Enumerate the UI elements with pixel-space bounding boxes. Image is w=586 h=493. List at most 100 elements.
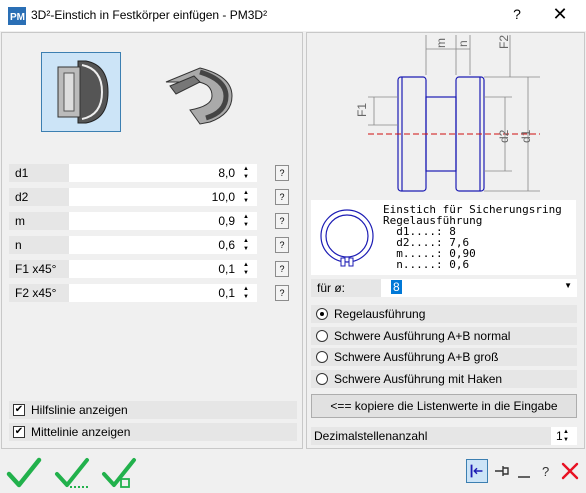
close-button[interactable]: ✕ <box>545 4 575 28</box>
n-input[interactable]: 0,6 ▲ ▼ <box>69 236 257 254</box>
checkmark-icon[interactable]: ✔ <box>13 426 25 438</box>
spin-up-icon[interactable]: ▲ <box>559 428 573 436</box>
radio-label: Schwere Ausführung mit Haken <box>334 372 503 386</box>
radio-schwer-haken[interactable]: Schwere Ausführung mit Haken <box>311 370 577 388</box>
label-d1: d1 <box>519 129 533 143</box>
svg-text:?: ? <box>542 464 549 479</box>
ok-check-icon[interactable] <box>6 457 42 489</box>
radio-label: Regelausführung <box>334 307 426 321</box>
info-button[interactable]: ? <box>275 285 289 301</box>
ring-line: n.....: 0,6 <box>383 258 470 271</box>
spinner[interactable]: ▲ ▼ <box>559 428 573 444</box>
radio-regelausfuehrung[interactable]: Regelausführung <box>311 305 577 323</box>
param-label: d1 <box>9 164 69 182</box>
m-input[interactable]: 0,9 ▲ ▼ <box>69 212 257 230</box>
info-button[interactable]: ? <box>275 165 289 181</box>
ring-info-box: Einstich für Sicherungsring Regelausführ… <box>311 200 576 275</box>
dropdown-arrow-icon[interactable]: ▼ <box>564 281 572 290</box>
groove-shaft-icon <box>57 60 109 124</box>
diameter-select[interactable]: 8 ▼ <box>381 279 577 297</box>
copy-list-values-button[interactable]: <== kopiere die Listenwerte in die Einga… <box>311 394 577 418</box>
retaining-ring-icon <box>320 209 374 267</box>
dimension-drawing: m n F2 F1 d2 d1 <box>355 35 540 192</box>
label-f1: F1 <box>355 103 369 117</box>
spin-up-icon[interactable]: ▲ <box>239 237 253 245</box>
info-button[interactable]: ? <box>275 213 289 229</box>
param-row-n: n 0,6 ▲ ▼ ? <box>9 236 297 254</box>
radio-schwer-normal[interactable]: Schwere Ausführung A+B normal <box>311 327 577 345</box>
radio-button-icon[interactable] <box>316 308 328 320</box>
param-label: d2 <box>9 188 69 206</box>
mittellinie-checkbox[interactable]: ✔ Mittelinie anzeigen <box>9 423 297 441</box>
spin-down-icon[interactable]: ▼ <box>239 173 253 181</box>
param-value: 8,0 <box>218 166 235 180</box>
param-row-d2: d2 10,0 ▲ ▼ ? <box>9 188 297 206</box>
window-title: 3D²-Einstich in Festkörper einfügen - PM… <box>31 8 268 22</box>
info-button[interactable]: ? <box>275 261 289 277</box>
spinner[interactable]: ▲ ▼ <box>239 189 253 205</box>
info-button[interactable]: ? <box>275 237 289 253</box>
radio-label: Schwere Ausführung A+B normal <box>334 329 511 343</box>
checkbox-label: Hilfslinie anzeigen <box>31 403 128 417</box>
spin-down-icon[interactable]: ▼ <box>559 436 573 444</box>
decimal-label: Dezimalstellenanzahl <box>311 427 551 445</box>
param-label: m <box>9 212 69 230</box>
checkbox-label: Mittelinie anzeigen <box>31 425 131 439</box>
bottom-toolbar: ? <box>0 452 586 493</box>
ok-new-icon[interactable] <box>101 457 137 489</box>
param-value: 10,0 <box>211 190 235 204</box>
decimal-input[interactable]: 1 ▲ ▼ <box>551 427 577 445</box>
spin-down-icon[interactable]: ▼ <box>239 245 253 253</box>
radio-schwer-gross[interactable]: Schwere Ausführung A+B groß <box>311 348 577 366</box>
spinner[interactable]: ▲ ▼ <box>239 165 253 181</box>
info-button[interactable]: ? <box>275 189 289 205</box>
d2-input[interactable]: 10,0 ▲ ▼ <box>69 188 257 206</box>
spin-down-icon[interactable]: ▼ <box>239 293 253 301</box>
f2-input[interactable]: 0,1 ▲ ▼ <box>69 284 257 302</box>
pin-left-icon[interactable] <box>466 459 488 483</box>
param-row-f1: F1 x45° 0,1 ▲ ▼ ? <box>9 260 297 278</box>
help-icon[interactable]: ? <box>536 459 558 483</box>
label-d2: d2 <box>497 129 511 143</box>
groove-preview-alt[interactable] <box>160 52 240 132</box>
spin-down-icon[interactable]: ▼ <box>239 269 253 277</box>
f1-input[interactable]: 0,1 ▲ ▼ <box>69 260 257 278</box>
minimize-icon[interactable] <box>513 459 535 483</box>
radio-button-icon[interactable] <box>316 373 328 385</box>
hilfslinie-checkbox[interactable]: ✔ Hilfslinie anzeigen <box>9 401 297 419</box>
cancel-icon[interactable] <box>559 459 581 483</box>
app-logo-icon: PM <box>8 7 26 25</box>
spinner[interactable]: ▲ ▼ <box>239 213 253 229</box>
svg-text:PM: PM <box>10 12 25 23</box>
selected-diameter: 8 <box>391 280 402 294</box>
spinner[interactable]: ▲ ▼ <box>239 285 253 301</box>
param-label: F2 x45° <box>9 284 69 302</box>
ok-apply-icon[interactable] <box>54 457 90 489</box>
groove-preview-selected[interactable] <box>41 52 121 132</box>
pin-icon[interactable] <box>491 459 513 483</box>
help-button[interactable]: ? <box>505 6 529 26</box>
spin-up-icon[interactable]: ▲ <box>239 285 253 293</box>
radio-button-icon[interactable] <box>316 351 328 363</box>
param-row-f2: F2 x45° 0,1 ▲ ▼ ? <box>9 284 297 302</box>
checkmark-icon[interactable]: ✔ <box>13 404 25 416</box>
spin-up-icon[interactable]: ▲ <box>239 213 253 221</box>
spin-down-icon[interactable]: ▼ <box>239 197 253 205</box>
param-row-d1: d1 8,0 ▲ ▼ ? <box>9 164 297 182</box>
fuer-label: für ø: <box>311 279 381 297</box>
radio-label: Schwere Ausführung A+B groß <box>334 350 499 364</box>
ring-info-text: Einstich für Sicherungsring Regelausführ… <box>383 204 562 270</box>
spin-down-icon[interactable]: ▼ <box>239 221 253 229</box>
spinner[interactable]: ▲ ▼ <box>239 237 253 253</box>
label-n: n <box>456 40 470 47</box>
title-bar: PM 3D²-Einstich in Festkörper einfügen -… <box>0 0 586 31</box>
spin-up-icon[interactable]: ▲ <box>239 261 253 269</box>
spinner[interactable]: ▲ ▼ <box>239 261 253 277</box>
radio-button-icon[interactable] <box>316 330 328 342</box>
param-value: 0,6 <box>218 238 235 252</box>
param-label: n <box>9 236 69 254</box>
d1-input[interactable]: 8,0 ▲ ▼ <box>69 164 257 182</box>
spin-up-icon[interactable]: ▲ <box>239 189 253 197</box>
spin-up-icon[interactable]: ▲ <box>239 165 253 173</box>
label-f2: F2 <box>497 35 511 49</box>
